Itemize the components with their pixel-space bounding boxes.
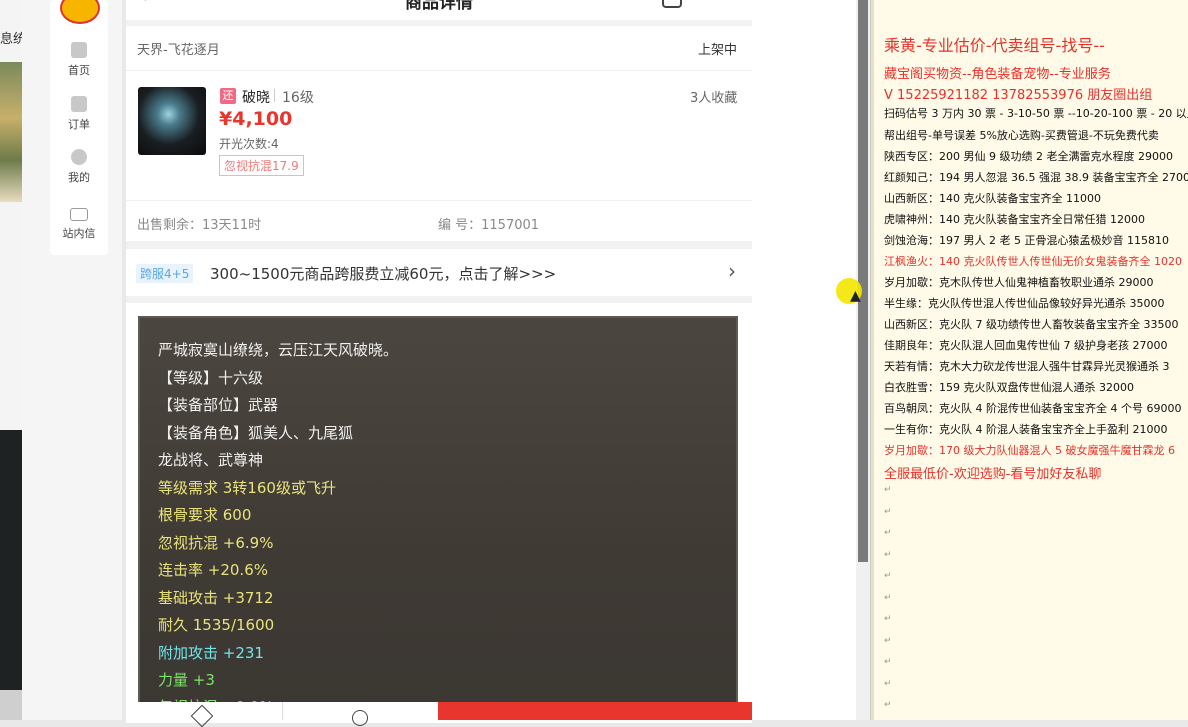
- app-sidebar: 首页 订单 我的 站内信: [22, 0, 122, 720]
- open-count: 开光次数:4: [219, 137, 279, 151]
- tooltip-line: 等级需求 3转160级或飞升: [158, 479, 336, 497]
- item-name: 破晓: [242, 90, 270, 106]
- item-level: 16级: [282, 90, 314, 106]
- item-tooltip: 严城寂寞山缭绕，云压江天风破晓。 【等级】十六级 【装备部位】武器 【装备角色】…: [138, 316, 738, 720]
- buy-button[interactable]: [438, 702, 752, 720]
- paragraph-mark: ↵: [884, 678, 892, 689]
- tooltip-line: 连击率 +20.6%: [158, 561, 268, 579]
- item-number: 编 号：1157001: [438, 218, 540, 233]
- paragraph-mark: ↵: [884, 700, 892, 710]
- promo-text: 300~1500元商品跨服费立减60元，点击了解>>>: [210, 265, 557, 283]
- share-icon[interactable]: [662, 0, 682, 8]
- document-line: 全服最低价-欢迎选购-看号加好友私聊: [884, 467, 1102, 482]
- document-margin: [871, 0, 874, 720]
- server-name: 天界-飞花逐月: [137, 43, 220, 58]
- paragraph-mark: ↵: [884, 528, 892, 538]
- promo-tag: 跨服4+5: [136, 264, 194, 283]
- document-line: 天若有情：克木大力砍龙传世混人强牛甘霖异光灵猴通杀 3: [884, 360, 1170, 373]
- bottom-action-bar: [126, 702, 752, 727]
- header-bar: ‹ 商品详情: [126, 0, 752, 20]
- remaining-time: 出售剩余：13天11时: [137, 218, 262, 233]
- paragraph-mark: ↵: [884, 549, 892, 560]
- background-panel: [0, 690, 22, 720]
- background-window: 息统: [0, 0, 22, 720]
- document-line: 红颜知己：194 男人忽混 36.5 强混 38.9 装备宝宝齐全 27000: [884, 171, 1188, 184]
- document-line: 岁月加歇：克木队传世人仙鬼神植畜牧职业通杀 29000: [884, 276, 1154, 289]
- tooltip-line: 根骨要求 600: [158, 506, 252, 524]
- mail-icon: [70, 208, 88, 221]
- tooltip-line: 【装备部位】武器: [158, 396, 279, 414]
- document-line: 佳期良年：克火队混人回血鬼传世仙 7 级护身老孩 27000: [884, 339, 1168, 352]
- paragraph-mark: ↵: [884, 635, 892, 646]
- tooltip-line: 基础攻击 +3712: [158, 589, 274, 607]
- divider: [126, 200, 752, 201]
- document-line: 一生有你：克火队 4 阶混人装备宝宝齐全上手盈利 21000: [884, 423, 1168, 436]
- paragraph-mark: ↵: [884, 614, 892, 624]
- listing-card: 天界-飞花逐月 上架中 还 破晓 16级 3人收藏 ¥4,100 开光次数:4 …: [126, 26, 752, 241]
- attribute-tag: 忽视抗混17.9: [219, 155, 304, 176]
- tooltip-line: 力量 +3: [158, 671, 215, 689]
- divider: [126, 70, 752, 71]
- product-detail-page: ‹ 商品详情 天界-飞花逐月 上架中 还 破晓 16级 3人收藏 ¥4,100 …: [126, 0, 752, 727]
- background-window-text: 息统: [0, 32, 22, 47]
- sidebar-item-mine[interactable]: 我的: [50, 149, 108, 185]
- tooltip-line: 忽视抗混 +6.9%: [158, 534, 274, 552]
- paragraph-mark: ↵: [884, 592, 892, 603]
- promo-banner[interactable]: 跨服4+5 300~1500元商品跨服费立减60元，点击了解>>> ›: [126, 249, 752, 296]
- document-line: 江枫渔火：140 克火队传世人传世仙无价女鬼装备齐全 1020: [884, 255, 1182, 268]
- tooltip-line: 附加攻击 +231: [158, 644, 264, 662]
- background-dark-panel: [0, 430, 22, 690]
- paragraph-mark: ↵: [884, 657, 892, 667]
- home-icon: [71, 42, 87, 58]
- document-line: 岁月加歇：170 级大力队仙器混人 5 破女魔强牛魔甘霖龙 6: [884, 444, 1175, 457]
- star-icon[interactable]: [190, 704, 214, 727]
- mouse-pointer-icon: ▲: [850, 288, 861, 304]
- document-line: 陕西专区：200 男仙 9 级功绩 2 老全满雷克水程度 29000: [884, 150, 1173, 163]
- sidebar-item-label: 站内信: [62, 227, 96, 240]
- document-line: 山西新区：克火队 7 级功绩传世人畜牧装备宝宝齐全 33500: [884, 318, 1179, 331]
- return-badge: 还: [220, 88, 236, 104]
- document-line: 半生缘：克火队传世混人传世仙品像较好异光通杀 35000: [884, 297, 1165, 310]
- scroll-area: ▲: [752, 0, 870, 720]
- document-line: 剑蚀沧海：197 男人 2 老 5 正骨混心猿孟极妙音 115810: [884, 234, 1169, 247]
- document-line: 帮出组号-单号误差 5%放心选购-买费管退-不玩免费代卖: [884, 129, 1159, 142]
- sidebar-item-label: 我的: [68, 171, 90, 184]
- paragraph-mark: ↵: [884, 571, 892, 581]
- sidebar-item-orders[interactable]: 订单: [50, 96, 108, 132]
- document-line: 山西新区：140 克火队装备宝宝齐全 11000: [884, 192, 1101, 205]
- tooltip-line: 耐久 1535/1600: [158, 616, 275, 634]
- divider: [282, 702, 283, 720]
- paragraph-mark: ↵: [884, 485, 892, 495]
- chevron-right-icon: ›: [728, 259, 736, 283]
- document-line: V 15225921182 13782553976 朋友圈出组: [884, 88, 1153, 103]
- background-photo: [0, 62, 22, 202]
- close-circle-icon[interactable]: [352, 710, 368, 726]
- tooltip-line: 龙战将、武尊神: [158, 451, 264, 469]
- document-line: 百鸟朝凤：克火队 4 阶混传世仙装备宝宝齐全 4 个号 69000: [884, 402, 1182, 415]
- scrollbar-thumb[interactable]: [858, 0, 868, 562]
- page-title: 商品详情: [405, 0, 473, 13]
- document-line: 乘黄-专业估价-代卖组号-找号--: [884, 36, 1105, 55]
- user-icon: [71, 149, 87, 165]
- paragraph-mark: ↵: [884, 506, 892, 517]
- document-line: 虎啸神州：140 克火队装备宝宝齐全日常任猎 12000: [884, 213, 1145, 226]
- sidebar-item-home[interactable]: 首页: [50, 42, 108, 78]
- document-line: 白衣胜雪：159 克火队双盘传世仙混人通杀 32000: [884, 381, 1134, 394]
- tooltip-line: 严城寂寞山缭绕，云压江天风破晓。: [158, 341, 399, 359]
- document-line: 扫码估号 3 万内 30 票 - 3-10-50 票 --10-20-100 票…: [884, 107, 1188, 120]
- tooltip-line: 【等级】十六级: [158, 369, 264, 387]
- document-window: 乘黄-专业估价-代卖组号-找号-- 藏宝阁买物资--角色装备宠物--专业服务 V 1…: [870, 0, 1188, 720]
- divider: [274, 89, 275, 102]
- favorite-count: 3人收藏: [690, 91, 738, 106]
- sidebar-item-label: 首页: [68, 64, 90, 77]
- item-image[interactable]: [138, 87, 206, 155]
- sidebar-item-label: 订单: [68, 118, 90, 131]
- status-badge: 上架中: [698, 43, 738, 58]
- document-line: 藏宝阁买物资--角色装备宠物--专业服务: [884, 67, 1111, 82]
- tooltip-line: 【装备角色】狐美人、九尾狐: [158, 424, 354, 442]
- price: ¥4,100: [219, 108, 293, 130]
- sidebar-item-messages[interactable]: 站内信: [50, 208, 108, 241]
- order-icon: [71, 96, 87, 112]
